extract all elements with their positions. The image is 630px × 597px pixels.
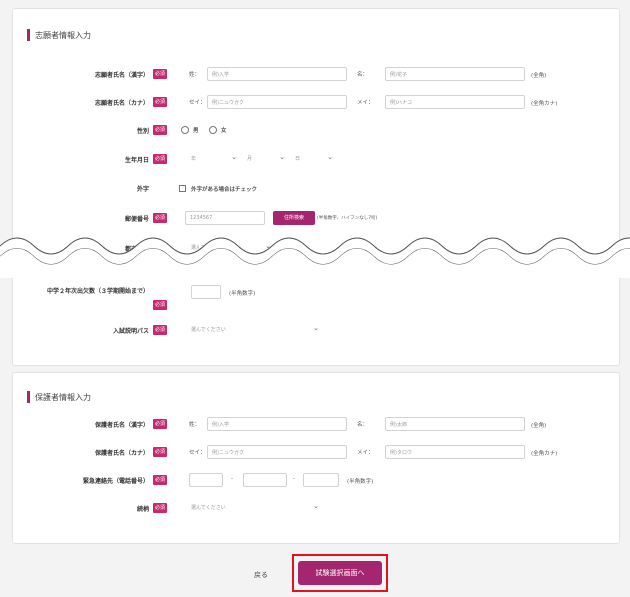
birth-year-select[interactable]: 年 ⌄ bbox=[189, 152, 239, 166]
back-link[interactable]: 戻る bbox=[254, 570, 268, 580]
birth-month-select[interactable]: 月 ⌄ bbox=[245, 152, 287, 166]
postal-code-input[interactable]: 1234567 bbox=[185, 211, 265, 225]
chevron-down-icon: ⌄ bbox=[279, 153, 285, 161]
relation-placeholder: 選んでください bbox=[191, 505, 226, 511]
required-badge: 必須 bbox=[153, 475, 167, 485]
guardian-mei-kanji-input[interactable]: 例)太郎 bbox=[385, 417, 525, 431]
relation-label: 続柄 bbox=[136, 506, 149, 513]
section-title-text: 保護者情報入力 bbox=[35, 392, 91, 402]
applicant-mei-kanji-input[interactable]: 例)花子 bbox=[385, 67, 525, 81]
gender-male-label: 男 bbox=[193, 128, 199, 134]
year-suffix: 年 bbox=[191, 156, 197, 162]
guardian-phone-label: 緊急連絡先（電話番号） bbox=[82, 478, 149, 485]
gender-label: 性別 bbox=[136, 128, 149, 135]
mei-kana-prefix: メイ： bbox=[357, 450, 374, 456]
sei-prefix: 姓： bbox=[189, 72, 201, 78]
required-badge: 必須 bbox=[153, 419, 167, 429]
foreign-char-row: 外字 外字がある場合はチェック bbox=[13, 181, 619, 197]
guardian-phone-row: 緊急連絡先（電話番号） 必須 - - (半角数字) bbox=[13, 473, 619, 489]
absence-count-input[interactable] bbox=[191, 285, 221, 299]
applicant-name-kanji-label: 志願者氏名（漢字） bbox=[94, 72, 149, 79]
required-badge: 必須 bbox=[153, 503, 167, 513]
required-badge: 必須 bbox=[153, 447, 167, 457]
foreign-char-checkbox[interactable] bbox=[179, 185, 186, 192]
address-search-button[interactable]: 住所検索 bbox=[273, 211, 315, 225]
required-badge: 必須 bbox=[153, 300, 167, 310]
chevron-down-icon: ⌄ bbox=[231, 153, 237, 161]
relation-select[interactable]: 選んでください ⌄ bbox=[189, 501, 321, 515]
fullwidth-note: (全角) bbox=[531, 423, 547, 429]
guardian-section-title: 保護者情報入力 bbox=[27, 391, 91, 403]
phone-part2-input[interactable] bbox=[243, 473, 287, 487]
postal-note: (半角数字、ハイフンなし7桁) bbox=[317, 216, 378, 221]
required-badge: 必須 bbox=[153, 325, 167, 335]
relation-row: 続柄 必須 選んでください ⌄ bbox=[13, 501, 619, 517]
absence-label: 中学２年次出欠数（３学期開始まで） bbox=[46, 288, 149, 295]
page-break-wave bbox=[0, 237, 630, 278]
exam-pass-placeholder: 選んでください bbox=[191, 327, 226, 333]
required-badge: 必須 bbox=[153, 69, 167, 79]
mei-prefix: 名： bbox=[357, 422, 369, 428]
applicant-sei-kana-input[interactable]: 例)ニュウガク bbox=[207, 95, 347, 109]
guardian-sei-kana-input[interactable]: 例)ニュウガク bbox=[207, 445, 347, 459]
guardian-name-kana-row: 保護者氏名（カナ） 必須 セイ： 例)ニュウガク メイ： 例)タロウ (全角カナ… bbox=[13, 445, 619, 461]
absence-row: 中学２年次出欠数（３学期開始まで） 必須 (半角数字) bbox=[13, 285, 619, 310]
guardian-sei-kanji-input[interactable]: 例)入学 bbox=[207, 417, 347, 431]
postal-row: 郵便番号 必須 1234567 住所検索 (半角数字、ハイフンなし7桁) bbox=[13, 211, 619, 227]
foreign-char-check-label: 外字がある場合はチェック bbox=[191, 187, 258, 193]
gender-female-radio[interactable] bbox=[209, 126, 217, 134]
exam-pass-row: 入試説明パス 必須 選んでください ⌄ bbox=[13, 323, 619, 339]
section-marker bbox=[27, 29, 30, 41]
guardian-mei-kana-input[interactable]: 例)タロウ bbox=[385, 445, 525, 459]
birthdate-row: 生年月日 必須 年 ⌄ 月 ⌄ 日 ⌄ bbox=[13, 152, 619, 168]
fullwidth-note: (全角) bbox=[531, 73, 547, 79]
mei-kana-prefix: メイ： bbox=[357, 100, 374, 106]
guardian-name-kanji-label: 保護者氏名（漢字） bbox=[94, 422, 149, 429]
applicant-section-title: 志願者情報入力 bbox=[27, 29, 91, 41]
gender-female-label: 女 bbox=[221, 128, 227, 134]
required-badge: 必須 bbox=[153, 125, 167, 135]
gender-male-radio[interactable] bbox=[181, 126, 189, 134]
sei-kana-prefix: セイ： bbox=[189, 450, 206, 456]
guardian-name-kana-label: 保護者氏名（カナ） bbox=[94, 450, 149, 457]
applicant-info-card: 志願者情報入力 志願者氏名（漢字） 必須 姓： 例)入学 名： 例)花子 (全角… bbox=[12, 8, 620, 366]
phone-part1-input[interactable] bbox=[189, 473, 223, 487]
phone-part3-input[interactable] bbox=[303, 473, 339, 487]
applicant-sei-kanji-input[interactable]: 例)入学 bbox=[207, 67, 347, 81]
applicant-name-kana-label: 志願者氏名（カナ） bbox=[94, 100, 149, 107]
guardian-name-kanji-row: 保護者氏名（漢字） 必須 姓： 例)入学 名： 例)太郎 (全角) bbox=[13, 417, 619, 433]
chevron-down-icon: ⌄ bbox=[313, 502, 319, 510]
applicant-mei-kana-input[interactable]: 例)ハナコ bbox=[385, 95, 525, 109]
kana-note: (全角カナ) bbox=[531, 101, 558, 107]
chevron-down-icon: ⌄ bbox=[327, 153, 333, 161]
section-title-text: 志願者情報入力 bbox=[35, 30, 91, 40]
required-badge: 必須 bbox=[153, 213, 167, 223]
kana-note: (全角カナ) bbox=[531, 451, 558, 457]
day-suffix: 日 bbox=[295, 156, 301, 162]
absence-note: (半角数字) bbox=[229, 291, 256, 297]
applicant-name-kanji-row: 志願者氏名（漢字） 必須 姓： 例)入学 名： 例)花子 (全角) bbox=[13, 67, 619, 83]
phone-dash: - bbox=[293, 476, 295, 482]
proceed-to-exam-selection-button[interactable]: 試験選択画面へ bbox=[298, 561, 382, 585]
birthdate-label: 生年月日 bbox=[124, 157, 149, 164]
mei-prefix: 名： bbox=[357, 72, 369, 78]
postal-label: 郵便番号 bbox=[124, 216, 149, 223]
required-badge: 必須 bbox=[153, 97, 167, 107]
phone-dash: - bbox=[231, 476, 233, 482]
month-suffix: 月 bbox=[247, 156, 253, 162]
guardian-info-card: 保護者情報入力 保護者氏名（漢字） 必須 姓： 例)入学 名： 例)太郎 (全角… bbox=[12, 372, 620, 544]
applicant-name-kana-row: 志願者氏名（カナ） 必須 セイ： 例)ニュウガク メイ： 例)ハナコ (全角カナ… bbox=[13, 95, 619, 111]
sei-prefix: 姓： bbox=[189, 422, 201, 428]
section-marker bbox=[27, 391, 30, 403]
chevron-down-icon: ⌄ bbox=[313, 324, 319, 332]
phone-note: (半角数字) bbox=[347, 479, 374, 485]
exam-pass-select[interactable]: 選んでください ⌄ bbox=[189, 323, 321, 337]
birth-day-select[interactable]: 日 ⌄ bbox=[293, 152, 335, 166]
required-badge: 必須 bbox=[153, 154, 167, 164]
gender-row: 性別 必須 男 女 bbox=[13, 123, 619, 139]
sei-kana-prefix: セイ： bbox=[189, 100, 206, 106]
exam-pass-label: 入試説明パス bbox=[112, 328, 149, 335]
foreign-char-label: 外字 bbox=[136, 186, 149, 193]
